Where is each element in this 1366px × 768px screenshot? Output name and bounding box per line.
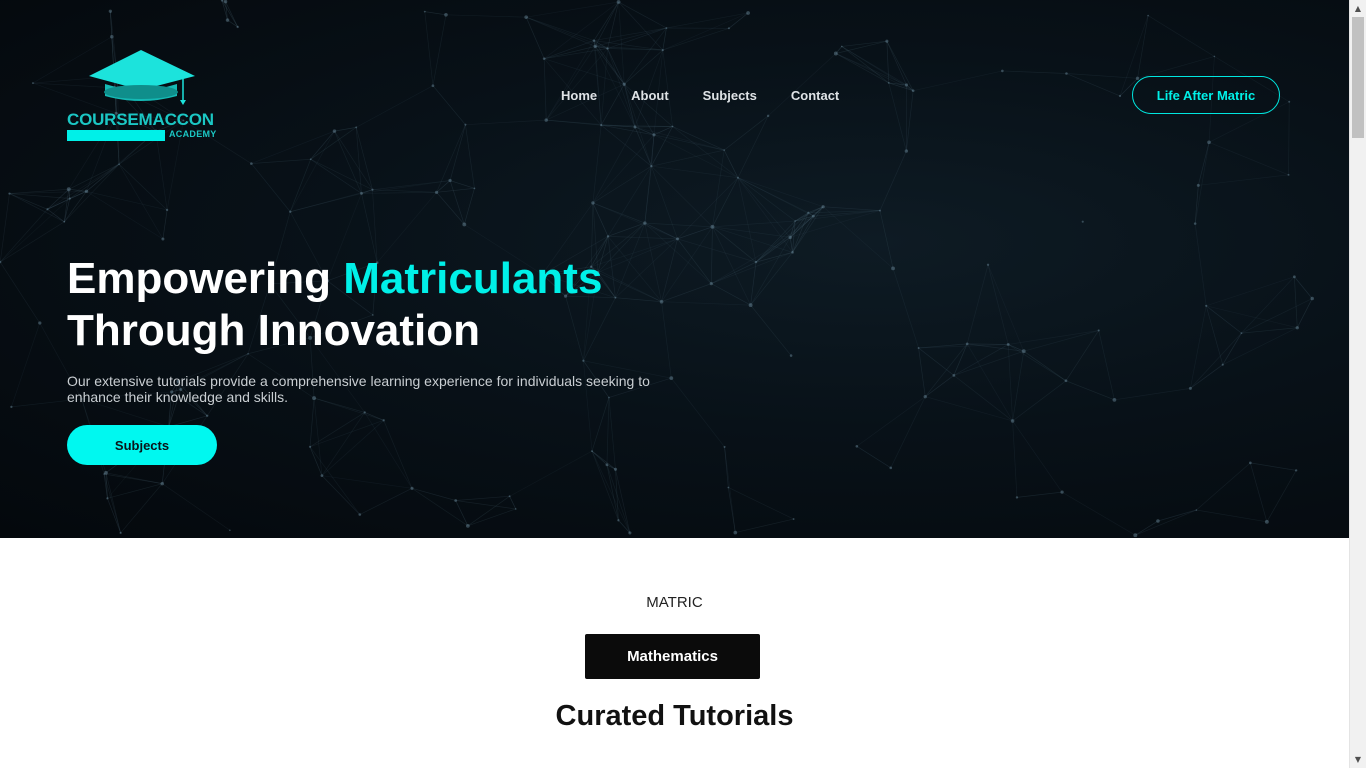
scroll-down-arrow-icon[interactable]: ▼ (1350, 751, 1366, 768)
category-label: MATRIC (646, 594, 703, 611)
main-nav: Home About Subjects Contact (561, 88, 873, 103)
headline-part2: Through Innovation (67, 306, 481, 355)
headline-accent: Matriculants (343, 254, 603, 303)
nav-contact-link[interactable]: Contact (791, 88, 839, 103)
scrollbar-thumb[interactable] (1352, 17, 1364, 138)
scroll-up-arrow-icon[interactable]: ▲ (1350, 0, 1366, 17)
vertical-scrollbar[interactable]: ▲ ▼ (1349, 0, 1366, 768)
page: COURSEMACCON ACADEMY Home About Subjects… (0, 0, 1349, 768)
subjects-button[interactable]: Subjects (67, 425, 217, 465)
brand-tagline: ACADEMY (169, 129, 217, 139)
brand-bar (67, 130, 165, 141)
graduation-cap-icon (89, 50, 195, 105)
hero-description: Our extensive tutorials provide a compre… (67, 373, 650, 405)
section-title: Curated Tutorials (555, 700, 794, 732)
mathematics-button[interactable]: Mathematics (585, 634, 760, 679)
brand-name: COURSEMACCON (67, 110, 214, 129)
nav-about-link[interactable]: About (631, 88, 669, 103)
headline-part1: Empowering (67, 254, 344, 303)
nav-home-link[interactable]: Home (561, 88, 597, 103)
hero-section: COURSEMACCON ACADEMY Home About Subjects… (0, 0, 1349, 538)
life-after-matric-button[interactable]: Life After Matric (1132, 76, 1280, 114)
hero-headline: Empowering Matriculants Through Innovati… (67, 253, 602, 357)
nav-subjects-link[interactable]: Subjects (703, 88, 757, 103)
brand-logo[interactable]: COURSEMACCON ACADEMY (67, 48, 219, 144)
